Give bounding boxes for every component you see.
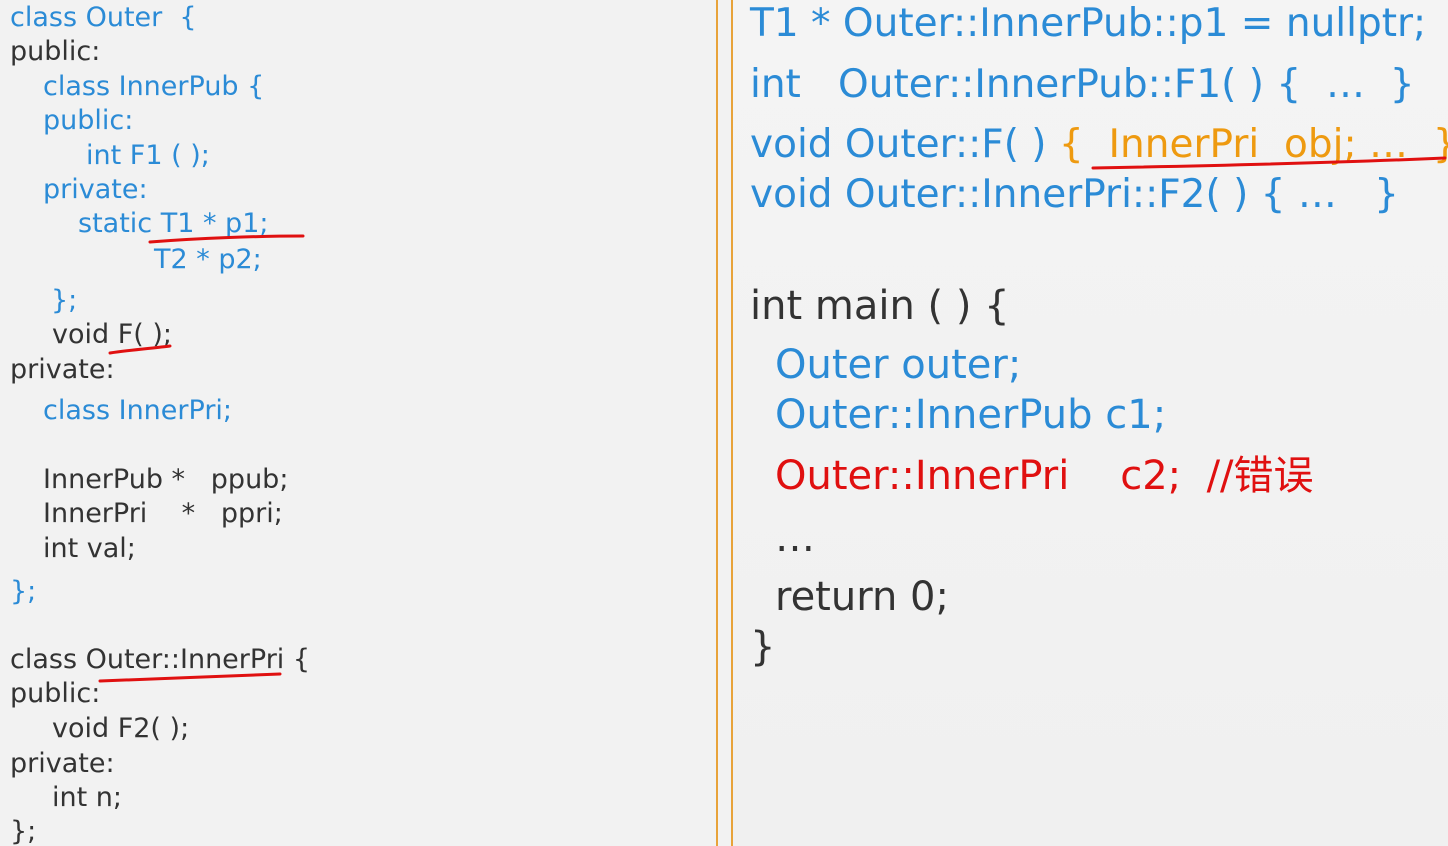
code-line: … xyxy=(775,515,815,561)
code-line: }; xyxy=(10,576,37,607)
code-line: class InnerPub { xyxy=(43,71,265,102)
code-line: class Outer { xyxy=(10,2,197,33)
code-line: private: xyxy=(43,174,148,205)
code-line: InnerPri * ppri; xyxy=(43,498,283,529)
code-line-error: Outer::InnerPri c2; //错误 xyxy=(775,453,1314,499)
code-line: InnerPub * ppub; xyxy=(43,464,289,495)
code-line: public: xyxy=(10,678,101,709)
code-line: Outer outer; xyxy=(775,342,1022,388)
code-line: class InnerPri; xyxy=(43,395,233,426)
divider-line-right xyxy=(731,0,733,846)
code-line: int F1 ( ); xyxy=(86,140,210,171)
code-line: int n; xyxy=(52,782,122,813)
code-line: T1 * Outer::InnerPub::p1 = nullptr; xyxy=(750,1,1427,46)
code-fragment-highlight: { InnerPri obj; … } xyxy=(1058,122,1448,167)
code-line: class Outer::InnerPri { xyxy=(10,644,311,675)
code-line: }; xyxy=(10,816,37,846)
code-line: public: xyxy=(10,36,101,67)
underline-outer-innerpri xyxy=(98,672,282,683)
code-line: int Outer::InnerPub::F1( ) { … } xyxy=(750,62,1415,107)
code-line: Outer::InnerPub c1; xyxy=(775,392,1167,438)
code-line: private: xyxy=(10,354,115,385)
code-line: return 0; xyxy=(775,574,949,620)
code-line: static T1 * p1; xyxy=(78,208,269,239)
code-line: T2 * p2; xyxy=(154,244,262,275)
code-line: public: xyxy=(43,105,134,136)
code-line: private: xyxy=(10,748,115,779)
code-line: void F2( ); xyxy=(52,713,190,744)
code-line: void F( ); xyxy=(52,319,172,350)
code-line: int val; xyxy=(43,533,136,564)
divider-line-left xyxy=(716,0,718,846)
code-line: int main ( ) { xyxy=(750,283,1010,329)
code-line: }; xyxy=(51,285,78,316)
code-fragment: void Outer::F( ) xyxy=(750,122,1059,167)
code-line: void Outer::InnerPri::F2( ) { … } xyxy=(750,172,1399,217)
code-line: } xyxy=(750,624,776,670)
code-line: void Outer::F( ) { InnerPri obj; … } xyxy=(750,125,1448,164)
slide: class Outer { public: class InnerPub { p… xyxy=(0,0,1448,846)
